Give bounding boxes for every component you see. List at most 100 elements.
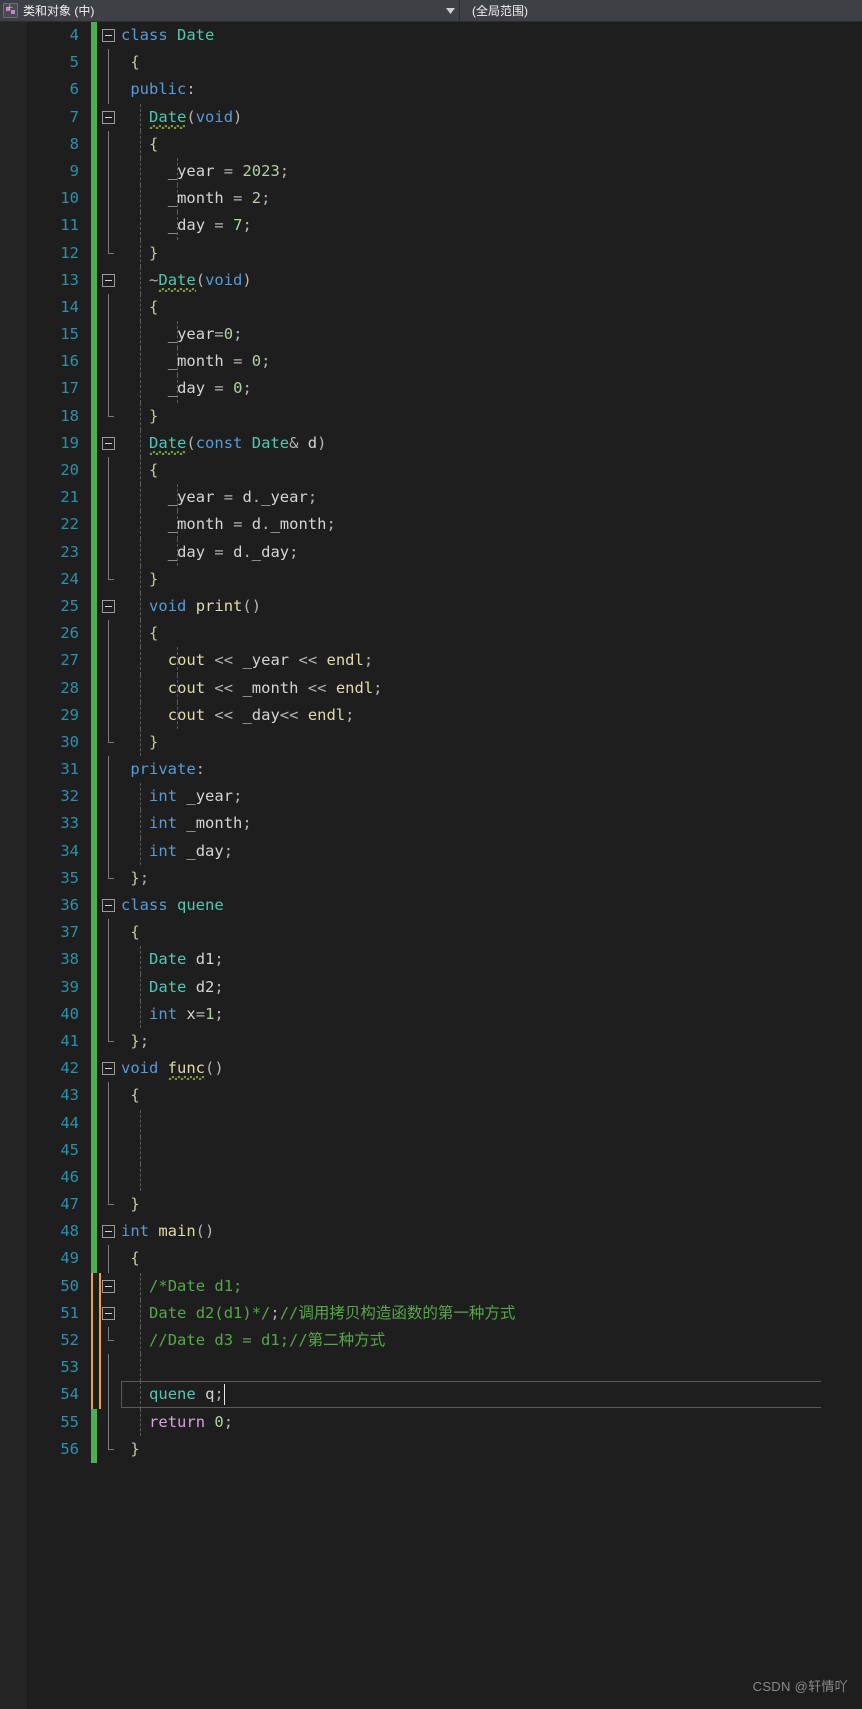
collapse-toggle-icon[interactable] xyxy=(102,599,115,613)
code-line[interactable]: 56} xyxy=(27,1435,862,1464)
outline-column[interactable] xyxy=(99,593,121,620)
code-text[interactable]: cout << _month << endl; xyxy=(121,674,862,702)
code-line[interactable]: 35}; xyxy=(27,864,862,893)
code-line[interactable]: 14 { xyxy=(27,293,862,322)
code-line[interactable]: 37 { xyxy=(27,919,862,947)
code-line[interactable]: 34 int _day; xyxy=(27,837,862,866)
outline-column[interactable] xyxy=(99,49,121,77)
collapse-toggle-icon[interactable] xyxy=(102,29,115,42)
code-line[interactable]: 55 return 0; xyxy=(27,1408,862,1436)
code-text[interactable]: { xyxy=(121,620,862,648)
collapse-toggle-icon[interactable] xyxy=(102,1279,115,1293)
code-line[interactable]: 17 _day = 0; xyxy=(27,375,862,403)
outline-column[interactable] xyxy=(99,76,121,104)
code-line[interactable]: 7 Date(void) xyxy=(27,103,862,131)
code-line[interactable]: 8{ xyxy=(27,130,862,159)
outline-column[interactable] xyxy=(99,1109,121,1137)
code-lines-container[interactable]: 4 class Date 5{6 public: 7 Date(void) 8{9 _year… xyxy=(27,22,862,1709)
code-line[interactable]: 30} xyxy=(27,728,862,757)
code-text[interactable]: } xyxy=(121,565,862,593)
code-text[interactable]: _day = 7; xyxy=(121,212,862,240)
outline-column[interactable] xyxy=(99,1082,121,1110)
outline-column[interactable] xyxy=(99,1273,121,1300)
code-line[interactable]: 22 _month = d._month; xyxy=(27,511,862,539)
code-text[interactable]: _month = d._month; xyxy=(121,511,862,539)
outline-column[interactable] xyxy=(99,810,121,838)
code-line[interactable]: 45 xyxy=(27,1136,862,1165)
outline-column[interactable] xyxy=(99,919,121,947)
code-line[interactable]: 47} xyxy=(27,1191,862,1219)
outline-column[interactable] xyxy=(99,1327,121,1354)
outline-column[interactable] xyxy=(99,783,121,811)
outline-column[interactable] xyxy=(99,321,121,349)
outline-column[interactable] xyxy=(99,1381,121,1409)
outline-column[interactable] xyxy=(99,837,121,865)
outline-column[interactable] xyxy=(99,538,121,566)
code-text[interactable]: { xyxy=(121,919,862,946)
outline-column[interactable] xyxy=(99,864,121,892)
code-line[interactable]: 28 cout << _month << endl; xyxy=(27,674,862,702)
code-text[interactable]: _year=0; xyxy=(121,321,862,349)
code-line[interactable]: 16 _month = 0; xyxy=(27,348,862,376)
code-text[interactable]: _year = 2023; xyxy=(121,157,862,186)
code-line[interactable]: 41}; xyxy=(27,1027,862,1056)
outline-column[interactable] xyxy=(99,1354,121,1382)
code-text[interactable]: { xyxy=(121,293,862,322)
outline-column[interactable] xyxy=(99,212,121,240)
code-text[interactable]: cout << _day<< endl; xyxy=(121,701,862,729)
code-text[interactable] xyxy=(121,1136,862,1164)
code-text[interactable]: }; xyxy=(121,1028,862,1055)
code-line[interactable]: 33 int _month; xyxy=(27,810,862,838)
code-text[interactable]: } xyxy=(121,1191,862,1218)
global-scope-dropdown[interactable]: (全局范围) xyxy=(460,0,862,21)
code-text[interactable]: }; xyxy=(121,865,862,892)
code-text[interactable]: void print() xyxy=(121,592,862,621)
code-line[interactable]: 38 Date d1; xyxy=(27,946,862,974)
outline-column[interactable] xyxy=(99,267,121,294)
outline-column[interactable] xyxy=(99,430,121,457)
code-text[interactable]: cout << _year << endl; xyxy=(121,647,862,675)
code-line[interactable]: 40 int x=1; xyxy=(27,1000,862,1029)
code-text[interactable]: } xyxy=(121,402,862,430)
code-text[interactable]: int _month; xyxy=(121,810,862,838)
code-text[interactable]: } xyxy=(121,1436,862,1463)
code-text[interactable]: public: xyxy=(121,76,862,103)
code-line[interactable]: 51 Date d2(d1)*/;//调用拷贝构造函数的第一种方式 xyxy=(27,1299,862,1328)
outline-column[interactable] xyxy=(99,130,121,158)
code-text[interactable]: private: xyxy=(121,756,862,783)
outline-column[interactable] xyxy=(99,1245,121,1273)
code-text[interactable]: int main() xyxy=(121,1218,862,1245)
code-line[interactable]: 5{ xyxy=(27,49,862,77)
code-text[interactable] xyxy=(121,1354,862,1382)
collapse-toggle-icon[interactable] xyxy=(102,273,115,287)
outline-column[interactable] xyxy=(99,946,121,974)
outline-column[interactable] xyxy=(99,1300,121,1327)
outline-column[interactable] xyxy=(99,484,121,512)
outline-column[interactable] xyxy=(99,1163,121,1192)
code-text[interactable]: Date(void) xyxy=(121,103,862,131)
collapse-toggle-icon[interactable] xyxy=(102,1306,115,1320)
code-text[interactable]: //Date d3 = d1;//第二种方式 xyxy=(121,1327,862,1355)
outline-column[interactable] xyxy=(99,1408,121,1436)
chevron-down-icon[interactable] xyxy=(441,7,459,14)
code-text[interactable] xyxy=(121,1163,862,1192)
code-text[interactable]: { xyxy=(121,49,862,76)
outline-column[interactable] xyxy=(99,157,121,186)
member-scope-dropdown[interactable]: 类和对象 (中) xyxy=(0,0,460,21)
code-line[interactable]: 52 //Date d3 = d1;//第二种方式 xyxy=(27,1327,862,1355)
outline-column[interactable] xyxy=(99,511,121,539)
outline-column[interactable] xyxy=(99,1027,121,1055)
code-text[interactable]: _day = d._day; xyxy=(121,538,862,566)
code-text[interactable]: } xyxy=(121,728,862,757)
code-text[interactable]: Date d2; xyxy=(121,973,862,1001)
code-line[interactable]: 25 void print() xyxy=(27,592,862,621)
code-text[interactable]: int _year; xyxy=(121,783,862,811)
code-text[interactable]: int _day; xyxy=(121,837,862,865)
code-text[interactable]: Date(const Date& d) xyxy=(121,429,862,457)
outline-column[interactable] xyxy=(99,973,121,1001)
collapse-toggle-icon[interactable] xyxy=(102,110,115,124)
outline-column[interactable] xyxy=(99,22,121,49)
code-line[interactable]: 23 _day = d._day; xyxy=(27,538,862,566)
outline-column[interactable] xyxy=(99,239,121,267)
code-text[interactable]: { xyxy=(121,130,862,158)
